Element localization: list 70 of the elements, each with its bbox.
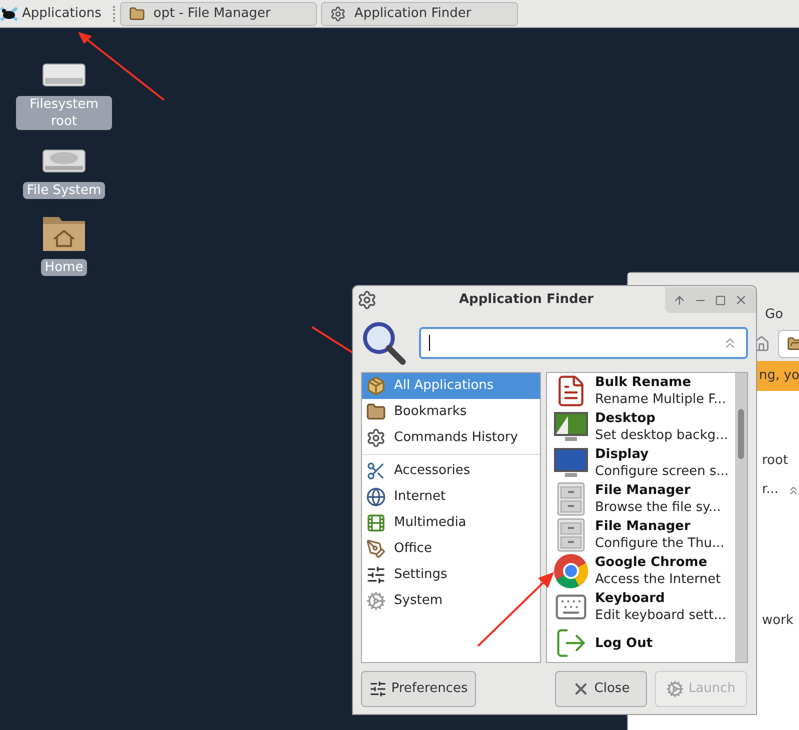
application-name: Log Out	[595, 634, 653, 652]
window-title: Application Finder	[459, 291, 594, 310]
application-name: Google Chrome	[595, 554, 708, 571]
globe-icon	[366, 487, 386, 507]
category-item[interactable]: Bookmarks	[362, 399, 540, 425]
application-name: Bulk Rename	[595, 374, 692, 391]
application-item[interactable]: Google Chrome Access the Internet	[547, 553, 735, 589]
filing-cabinet-icon	[556, 518, 586, 552]
folder-icon	[786, 336, 799, 352]
application-description: Access the Internet	[595, 571, 721, 588]
application-item[interactable]: Keyboard Edit keyboard sett...	[547, 589, 735, 625]
sidebar-item[interactable]: root	[762, 451, 799, 477]
gears-icon	[330, 6, 346, 22]
pen-icon	[366, 539, 386, 559]
scissors-icon	[366, 461, 386, 481]
application-item[interactable]: File Manager Browse the file sy...	[547, 481, 735, 517]
applications-menu-button[interactable]: Applications	[0, 0, 110, 27]
filing-cabinet-icon	[556, 482, 586, 516]
application-description: Browse the file sy...	[595, 499, 721, 516]
application-description: Set desktop backg...	[595, 427, 728, 444]
application-description: Rename Multiple F...	[595, 391, 726, 408]
monitor-icon	[553, 446, 589, 480]
exit-icon	[554, 626, 588, 660]
sliders-icon	[366, 565, 386, 585]
application-description: Configure screen s...	[595, 463, 729, 480]
search-icon	[361, 320, 407, 366]
sidebar-item[interactable]: work	[762, 611, 799, 630]
maximize-icon[interactable]	[715, 294, 726, 306]
cog-icon	[366, 591, 386, 611]
close-button[interactable]: Close	[555, 671, 647, 707]
sidebar-item[interactable]: r...	[762, 480, 779, 500]
category-item[interactable]: Settings	[362, 562, 540, 588]
close-icon[interactable]	[734, 293, 748, 307]
gears-icon	[357, 290, 377, 310]
preferences-button[interactable]: Preferences	[361, 671, 476, 707]
application-item[interactable]: Display Configure screen s...	[547, 445, 735, 481]
application-name: Desktop	[595, 410, 656, 427]
shade-icon[interactable]	[673, 294, 686, 306]
category-item[interactable]: Commands History	[362, 425, 540, 451]
taskbar-button[interactable]: Application Finder	[321, 2, 518, 26]
category-item[interactable]: Accessories	[362, 458, 540, 484]
menu-item[interactable]: Go	[765, 305, 784, 325]
application-item[interactable]: Desktop Set desktop backg...	[547, 409, 735, 445]
application-name: Display	[595, 446, 650, 463]
application-name: File Manager	[595, 482, 692, 499]
chrome-icon	[553, 553, 589, 589]
search-field[interactable]	[418, 327, 748, 359]
application-item[interactable]: File Manager Configure the Thu...	[547, 517, 735, 553]
application-name: File Manager	[595, 518, 692, 535]
sliders-icon	[369, 680, 388, 698]
gears-icon	[366, 428, 386, 448]
application-description: Configure the Thu...	[595, 535, 724, 552]
monitor-icon	[553, 410, 589, 444]
film-icon	[366, 513, 386, 533]
application-description: Edit keyboard sett...	[595, 607, 726, 624]
application-item[interactable]: Log Out	[547, 625, 735, 661]
application-item[interactable]: Bulk Rename Rename Multiple F...	[547, 373, 735, 409]
mouse-logo-icon	[0, 6, 18, 22]
folder-icon	[366, 402, 386, 422]
taskbar-button[interactable]: opt - File Manager	[120, 2, 318, 26]
category-item[interactable]: Internet	[362, 484, 540, 510]
category-item[interactable]: Office	[362, 536, 540, 562]
gears-icon	[666, 680, 684, 698]
category-item[interactable]: System	[362, 588, 540, 614]
scrollbar[interactable]	[735, 373, 747, 662]
folder-icon	[129, 6, 146, 22]
application-name: Keyboard	[595, 590, 666, 607]
package-icon	[366, 376, 386, 396]
banner-text: ng, yo	[759, 367, 799, 386]
category-item[interactable]: Multimedia	[362, 510, 540, 536]
